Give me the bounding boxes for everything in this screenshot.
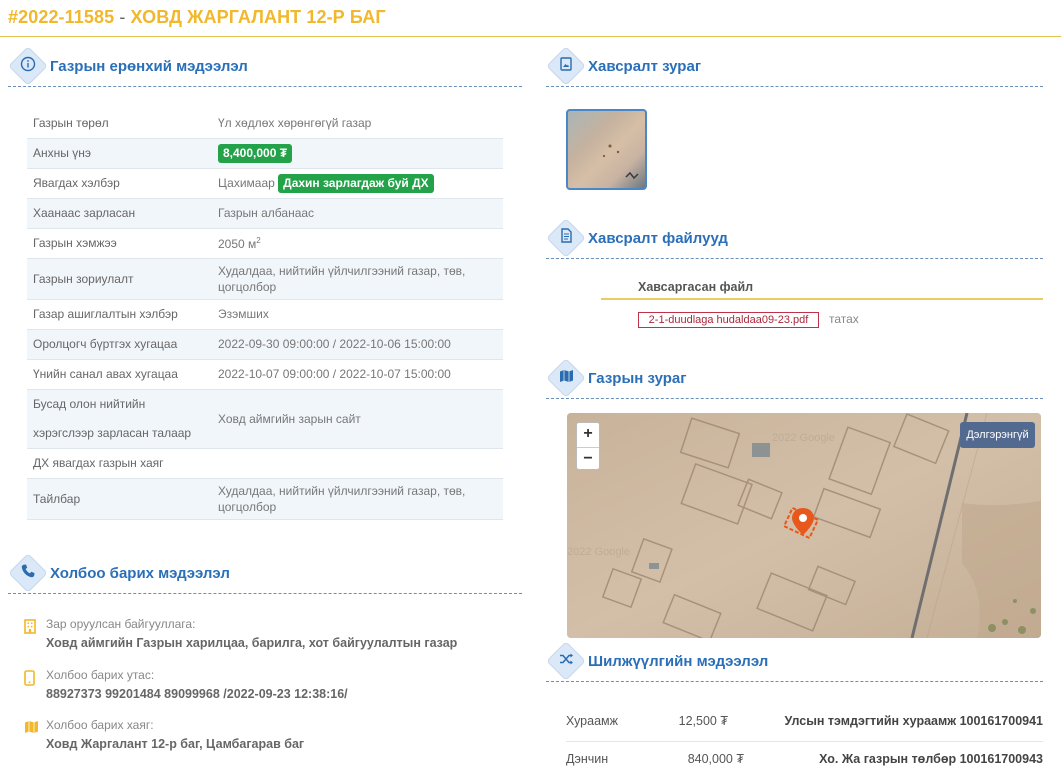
transfer-row: Дэнчин 840,000 ₮ Хо. Жа газрын төлбөр 10… (566, 745, 1043, 775)
section-transfer: Шилжүүлгийн мэдээлэл (546, 641, 1043, 685)
table-row: Газрын зориулалт Худалдаа, нийтийн үйлчи… (27, 258, 503, 300)
transfer-destination: Хо. Жа газрын төлбөр 100161700943 (819, 752, 1043, 766)
row-label: Тайлбар (27, 478, 212, 520)
table-row: Анхны үнэ 8,400,000 ₮ (27, 138, 503, 169)
table-row: ДХ явагдах газрын хаяг (27, 448, 503, 479)
phone-icon (17, 563, 39, 585)
map-expand-button[interactable]: Дэлгэрэнгүй (960, 422, 1035, 448)
table-row: Оролцогч бүртгэх хугацаа 2022-09-30 09:0… (27, 329, 503, 360)
row-value: Ховд аймгийн зарын сайт (212, 389, 503, 449)
info-icon (17, 56, 39, 78)
image-icon (555, 56, 577, 78)
row-value: 2022-10-07 09:00:00 / 2022-10-07 15:00:0… (212, 359, 503, 390)
table-row: Үнийн санал авах хугацаа 2022-10-07 09:0… (27, 359, 503, 390)
row-value (212, 448, 503, 479)
section-title: Хавсралт файлууд (588, 230, 728, 247)
row-value: 2022-09-30 09:00:00 / 2022-10-06 15:00:0… (212, 329, 503, 360)
transfer-amount: 12,500 ₮ (678, 714, 728, 728)
row-label: Бусад олон нийтийн хэрэгслээр зарласан т… (27, 389, 212, 449)
listing-title: ХОВД ЖАРГАЛАНТ 12-Р БАГ (130, 7, 386, 27)
table-row: Тайлбар Худалдаа, нийтийн үйлчилгээний г… (27, 478, 503, 520)
contact-organization: Зар оруулсан байгууллага: Ховд аймгийн Г… (24, 617, 504, 655)
status-badge: Дахин зарлагдаж буй ДХ (278, 173, 434, 193)
row-label: Хаанаас зарласан (27, 198, 212, 229)
page-header: #2022-11585 - ХОВД ЖАРГАЛАНТ 12-Р БАГ (0, 0, 1061, 37)
file-icon (555, 228, 577, 250)
info-table: Газрын төрөл Үл хөдлөх хөрөнгөгүй газар … (27, 108, 503, 520)
row-label: Газрын хэмжээ (27, 228, 212, 259)
contact-value: 88927373 99201484 89099968 /2022-09-23 1… (46, 687, 348, 701)
contact-label: Холбоо барих утас: (46, 668, 155, 682)
zoom-in-button[interactable]: + (577, 423, 599, 447)
contact-value: Ховд Жаргалант 12-р баг, Цамбагарав баг (46, 737, 305, 751)
file-link[interactable]: 2-1-duudlaga hudaldaa09-23.pdf (638, 312, 819, 328)
row-value: Үл хөдлөх хөрөнгөгүй газар (212, 108, 503, 139)
map-icon (24, 720, 38, 736)
files-table-header: Хавсаргасан файл (601, 272, 1043, 300)
contact-value: Ховд аймгийн Газрын харилцаа, барилга, х… (46, 636, 458, 650)
transfer-amount: 840,000 ₮ (687, 752, 744, 766)
price-badge: 8,400,000 ₮ (218, 143, 293, 163)
title-separator: - (119, 7, 126, 27)
row-label: Үнийн санал авах хугацаа (27, 359, 212, 390)
contact-label: Холбоо барих хаяг: (46, 718, 154, 732)
transfer-destination: Улсын тэмдэгтийн хураамж 100161700941 (784, 714, 1043, 728)
contact-address: Холбоо барих хаяг: Ховд Жаргалант 12-р б… (24, 718, 504, 756)
row-label: Газрын төрөл (27, 108, 212, 139)
section-photo: Хавсралт зураг (546, 46, 1043, 90)
table-row: Газрын төрөл Үл хөдлөх хөрөнгөгүй газар (27, 108, 503, 139)
row-label: Оролцогч бүртгэх хугацаа (27, 329, 212, 360)
unit-exponent: 2 (256, 235, 261, 245)
page-title: #2022-11585 - ХОВД ЖАРГАЛАНТ 12-Р БАГ (8, 7, 386, 28)
mobile-icon (24, 670, 38, 686)
table-row: Бусад олон нийтийн хэрэгслээр зарласан т… (27, 389, 503, 449)
table-row: Явагдах хэлбэр Цахимаар Дахин зарлагдаж … (27, 168, 503, 199)
row-value: Худалдаа, нийтийн үйлчилгээний газар, тө… (212, 478, 503, 520)
table-row: Хаанаас зарласан Газрын албанаас (27, 198, 503, 229)
map-icon (555, 368, 577, 390)
map-watermark: 2022 Google (567, 546, 630, 558)
download-link[interactable]: татах (829, 312, 859, 326)
row-label: Явагдах хэлбэр (27, 168, 212, 199)
row-value: Эзэмших (212, 299, 503, 330)
table-row: Газар ашиглалтын хэлбэр Эзэмших (27, 299, 503, 330)
row-label: ДХ явагдах газрын хаяг (27, 448, 212, 479)
transfer-name: Дэнчин (566, 752, 609, 766)
row-value: Газрын албанаас (212, 198, 503, 229)
section-contact: Холбоо барих мэдээлэл (8, 553, 522, 597)
section-general: Газрын ерөнхий мэдээлэл (8, 46, 522, 90)
zoom-out-button[interactable]: − (577, 447, 599, 471)
section-title: Газрын зураг (588, 370, 687, 387)
table-row: Газрын хэмжээ 2050 м2 (27, 228, 503, 259)
row-value: Цахимаар (218, 175, 275, 190)
row-label: Газар ашиглалтын хэлбэр (27, 299, 212, 330)
section-title: Шилжүүлгийн мэдээлэл (588, 653, 769, 670)
row-label: Газрын зориулалт (27, 258, 212, 300)
shuffle-icon (555, 651, 577, 673)
contact-phone: Холбоо барих утас: 88927373 99201484 890… (24, 668, 504, 706)
attachment-thumbnail[interactable] (566, 109, 647, 190)
files-column-header: Хавсаргасан файл (638, 280, 754, 294)
row-value: 2050 м (218, 236, 257, 251)
transfer-name: Хураамж (566, 714, 618, 728)
contact-label: Зар оруулсан байгууллага: (46, 617, 196, 631)
section-title: Газрын ерөнхий мэдээлэл (50, 58, 248, 75)
listing-id: #2022-11585 (8, 7, 115, 27)
transfer-row: Хураамж 12,500 ₮ Улсын тэмдэгтийн хураам… (566, 707, 1043, 742)
zoom-control: + − (576, 422, 600, 470)
building-icon (24, 619, 38, 635)
section-map: Газрын зураг (546, 358, 1043, 402)
row-label: Анхны үнэ (27, 138, 212, 169)
row-value: Худалдаа, нийтийн үйлчилгээний газар, тө… (212, 258, 503, 300)
section-title: Хавсралт зураг (588, 58, 702, 75)
section-title: Холбоо барих мэдээлэл (50, 565, 230, 582)
section-files: Хавсралт файлууд (546, 218, 1043, 262)
map-watermark: 2022 Google (772, 432, 835, 444)
